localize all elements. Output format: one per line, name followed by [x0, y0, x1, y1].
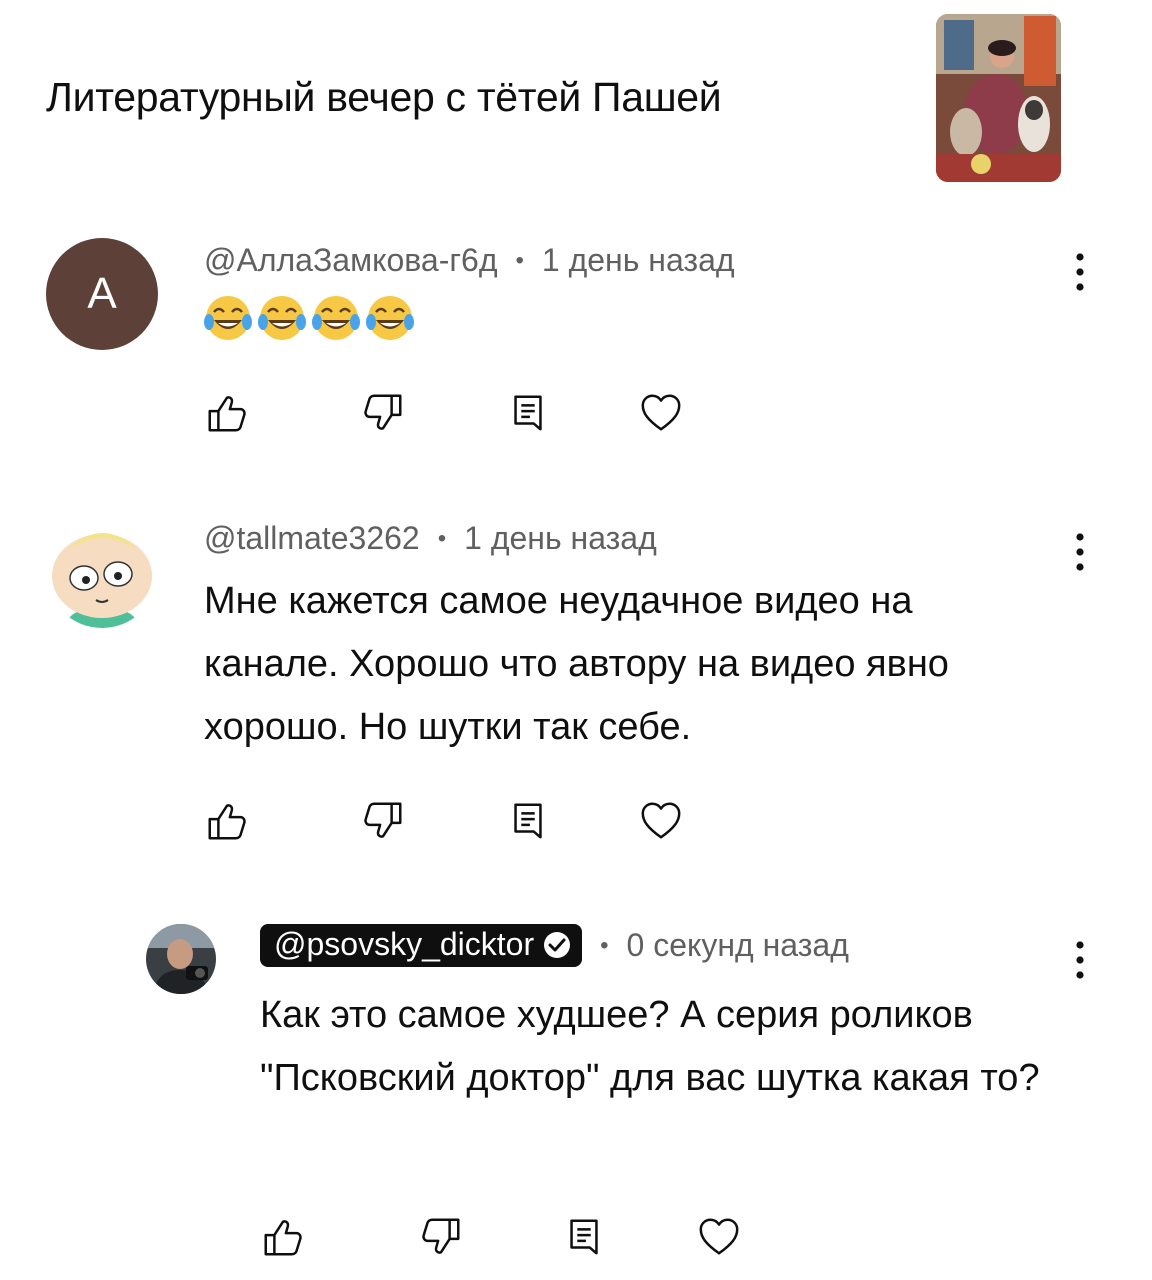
- video-thumbnail[interactable]: [936, 14, 1061, 182]
- avatar[interactable]: A: [46, 238, 158, 350]
- verified-icon: [544, 931, 571, 958]
- more-vert-icon[interactable]: [1074, 252, 1086, 292]
- comment-1: A @АллаЗамкова-г6д • 1 день назад: [0, 230, 1152, 480]
- comment-meta: @psovsky_dicktor • 0 секунд назад: [260, 924, 849, 967]
- dislike-button[interactable]: [360, 390, 406, 436]
- avatar[interactable]: [46, 516, 158, 628]
- reply-button[interactable]: [505, 798, 551, 844]
- comment-time[interactable]: 1 день назад: [464, 520, 657, 557]
- crying-laughing-emoji: [312, 296, 360, 340]
- thumbs-up-icon: [260, 1214, 306, 1260]
- comment-actions: [0, 798, 1152, 848]
- heart-icon: [638, 798, 684, 844]
- thumbs-down-icon: [418, 1214, 464, 1260]
- comment-text: Как это самое худшее? А серия роликов "П…: [260, 994, 1040, 1099]
- comment-author: @psovsky_dicktor: [274, 926, 535, 962]
- heart-button[interactable]: [638, 798, 684, 844]
- comment-3-reply: @psovsky_dicktor • 0 секунд назад Как эт…: [0, 918, 1152, 1280]
- meta-separator: •: [437, 524, 447, 552]
- reply-button[interactable]: [561, 1214, 607, 1260]
- thumbs-up-icon: [204, 390, 250, 436]
- comment-actions: [0, 390, 1152, 440]
- video-title: Литературный вечер с тётей Пашей: [46, 74, 722, 120]
- heart-button[interactable]: [696, 1214, 742, 1260]
- comment-text: Мне кажется самое неудачное видео на кан…: [204, 580, 949, 748]
- heart-button[interactable]: [638, 390, 684, 436]
- dislike-button[interactable]: [418, 1214, 464, 1260]
- thumbs-down-icon: [360, 798, 406, 844]
- like-button[interactable]: [260, 1214, 306, 1260]
- author-badge[interactable]: @psovsky_dicktor: [260, 924, 583, 967]
- video-header: Литературный вечер с тётей Пашей: [0, 0, 1152, 200]
- heart-icon: [696, 1214, 742, 1260]
- reply-icon: [505, 798, 551, 844]
- more-vert-icon[interactable]: [1074, 940, 1086, 980]
- comment-time[interactable]: 0 секунд назад: [627, 927, 849, 964]
- comment-meta: @tallmate3262 • 1 день назад: [204, 520, 657, 557]
- meta-separator: •: [515, 246, 524, 274]
- reply-icon: [561, 1214, 607, 1260]
- avatar[interactable]: [146, 924, 216, 994]
- comment-author[interactable]: @tallmate3262: [204, 520, 420, 557]
- comment-meta: @АллаЗамкова-г6д • 1 день назад: [204, 242, 735, 279]
- crying-laughing-emoji: [258, 296, 306, 340]
- heart-icon: [638, 390, 684, 436]
- photo-avatar: [146, 924, 216, 994]
- comment-2: @tallmate3262 • 1 день назад Мне кажется…: [0, 508, 1152, 868]
- comment-emoji-row: [204, 294, 414, 342]
- reply-icon: [505, 390, 551, 436]
- comment-time[interactable]: 1 день назад: [542, 242, 735, 279]
- comment-author[interactable]: @АллаЗамкова-г6д: [204, 242, 497, 279]
- comment-actions: [0, 1214, 1152, 1264]
- thumbs-down-icon: [360, 390, 406, 436]
- reply-button[interactable]: [505, 390, 551, 436]
- avatar-letter: A: [87, 269, 117, 318]
- crying-laughing-emoji: [366, 296, 414, 340]
- dislike-button[interactable]: [360, 798, 406, 844]
- crying-laughing-emoji: [204, 296, 252, 340]
- cartoon-avatar: [46, 516, 158, 628]
- meta-separator: •: [600, 931, 609, 959]
- thumbs-up-icon: [204, 798, 250, 844]
- like-button[interactable]: [204, 798, 250, 844]
- more-vert-icon[interactable]: [1074, 532, 1086, 572]
- like-button[interactable]: [204, 390, 250, 436]
